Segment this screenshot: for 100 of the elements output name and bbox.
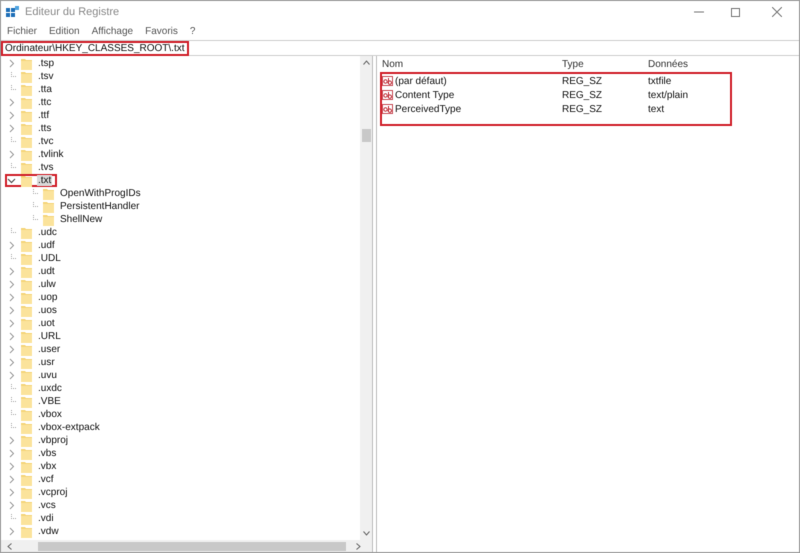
expand-chevron-icon[interactable]	[7, 293, 16, 302]
folder-icon	[21, 396, 32, 408]
value-data: text	[648, 102, 666, 116]
folder-icon	[21, 474, 32, 486]
expand-chevron-icon[interactable]	[7, 436, 16, 445]
folder-icon	[21, 174, 32, 186]
expand-chevron-icon[interactable]	[7, 124, 16, 133]
tree-item[interactable]: .tsp	[37, 58, 56, 69]
column-header[interactable]: Nom	[377, 56, 562, 72]
expand-chevron-icon[interactable]	[7, 267, 16, 276]
horizontal-scrollbar[interactable]	[1, 540, 372, 552]
expand-chevron-icon[interactable]	[7, 241, 16, 250]
menu-item[interactable]: Favoris	[145, 24, 178, 38]
expand-chevron-icon[interactable]	[7, 501, 16, 510]
tree-item[interactable]: OpenWithProgIDs	[59, 188, 142, 199]
tree-item[interactable]: .vdi	[37, 513, 55, 524]
tree-item[interactable]: .ttc	[37, 97, 52, 108]
expand-chevron-icon[interactable]	[7, 111, 16, 120]
folder-icon	[21, 382, 32, 394]
folder-icon	[21, 148, 32, 160]
folder-icon	[43, 188, 54, 200]
expand-chevron-icon[interactable]	[7, 150, 16, 159]
scroll-right-icon[interactable]	[356, 542, 361, 550]
tree-item[interactable]: .usr	[37, 357, 56, 368]
tree-item[interactable]: .tsv	[37, 71, 55, 82]
tree-item[interactable]: .vcproj	[37, 487, 68, 498]
value-type: REG_SZ	[562, 88, 604, 102]
expand-chevron-icon[interactable]	[7, 98, 16, 107]
menu-item[interactable]: ?	[190, 24, 196, 38]
column-header[interactable]: Type	[562, 56, 648, 72]
folder-icon	[21, 70, 32, 82]
value-name[interactable]: Content Type	[395, 88, 454, 102]
window-title: Editeur du Registre	[25, 4, 120, 20]
close-icon[interactable]	[772, 7, 782, 17]
tree-item[interactable]: .vcf	[37, 474, 55, 485]
folder-icon	[21, 512, 32, 524]
tree-item[interactable]: .VBE	[37, 396, 62, 407]
address-field[interactable]: Ordinateur\HKEY_CLASSES_ROOT\.txt	[1, 40, 189, 56]
tree-item[interactable]: .uxdc	[37, 383, 63, 394]
value-data: txtfile	[648, 74, 672, 88]
tree-item[interactable]: .tvlink	[37, 149, 65, 160]
folder-icon	[21, 162, 32, 174]
maximize-icon[interactable]	[731, 8, 740, 16]
expand-chevron-icon[interactable]	[7, 527, 16, 536]
expand-chevron-icon[interactable]	[7, 475, 16, 484]
column-header[interactable]: Données	[648, 56, 768, 72]
tree-item[interactable]: .uvu	[37, 370, 58, 381]
vertical-scrollbar[interactable]	[360, 56, 372, 540]
value-name[interactable]: PerceivedType	[395, 102, 462, 116]
expand-chevron-icon[interactable]	[7, 280, 16, 289]
expand-chevron-icon[interactable]	[7, 345, 16, 354]
expand-chevron-icon[interactable]	[7, 371, 16, 380]
tree-item[interactable]: .vbox-extpack	[37, 422, 101, 433]
expand-chevron-icon[interactable]	[7, 306, 16, 315]
menu-item[interactable]: Fichier	[7, 24, 38, 38]
tree-item[interactable]: .udf	[37, 240, 56, 251]
tree-item[interactable]: .vbs	[37, 448, 58, 459]
expand-chevron-icon[interactable]	[7, 358, 16, 367]
folder-icon	[21, 526, 32, 538]
menu-item[interactable]: Edition	[49, 24, 80, 38]
tree-item[interactable]: .udt	[37, 266, 56, 277]
tree-item[interactable]: .tta	[37, 84, 53, 95]
tree-item[interactable]: .ulw	[37, 279, 57, 290]
folder-icon	[21, 226, 32, 238]
tree-item[interactable]: .txt	[37, 175, 52, 186]
expand-chevron-icon[interactable]	[7, 488, 16, 497]
expand-chevron-icon[interactable]	[7, 319, 16, 328]
tree-item[interactable]: .udc	[37, 227, 58, 238]
tree-item[interactable]: .user	[37, 344, 62, 355]
tree-item[interactable]: .tvc	[37, 136, 55, 147]
tree-item[interactable]: .URL	[37, 331, 62, 342]
expand-chevron-icon[interactable]	[7, 462, 16, 471]
tree-item[interactable]: .uos	[37, 305, 58, 316]
scroll-left-icon[interactable]	[7, 542, 12, 550]
tree-item[interactable]: .tts	[37, 123, 52, 134]
tree-item[interactable]: .ttf	[37, 110, 50, 121]
scroll-thumb[interactable]	[38, 542, 346, 550]
scroll-thumb[interactable]	[362, 129, 370, 142]
tree-item[interactable]: .vbox	[37, 409, 63, 420]
value-name[interactable]: (par défaut)	[395, 74, 447, 88]
tree-item[interactable]: PersistentHandler	[59, 201, 140, 212]
tree-item[interactable]: .vcs	[37, 500, 57, 511]
folder-icon	[21, 422, 32, 434]
menu-item[interactable]: Affichage	[92, 24, 134, 38]
scroll-down-icon[interactable]	[362, 531, 370, 536]
tree-item[interactable]: .vbx	[37, 461, 58, 472]
string-value-icon	[382, 104, 393, 114]
collapse-chevron-icon[interactable]	[7, 176, 16, 185]
expand-chevron-icon[interactable]	[7, 59, 16, 68]
tree-item[interactable]: .vbproj	[37, 435, 70, 446]
tree-item[interactable]: ShellNew	[59, 214, 104, 225]
expand-chevron-icon[interactable]	[7, 332, 16, 341]
tree-item[interactable]: .vdw	[37, 526, 60, 537]
tree-item[interactable]: .UDL	[37, 253, 62, 264]
tree-item[interactable]: .tvs	[37, 162, 55, 173]
tree-item[interactable]: .uop	[37, 292, 58, 303]
expand-chevron-icon[interactable]	[7, 449, 16, 458]
folder-icon	[21, 122, 32, 134]
scroll-up-icon[interactable]	[362, 60, 370, 65]
tree-item[interactable]: .uot	[37, 318, 56, 329]
